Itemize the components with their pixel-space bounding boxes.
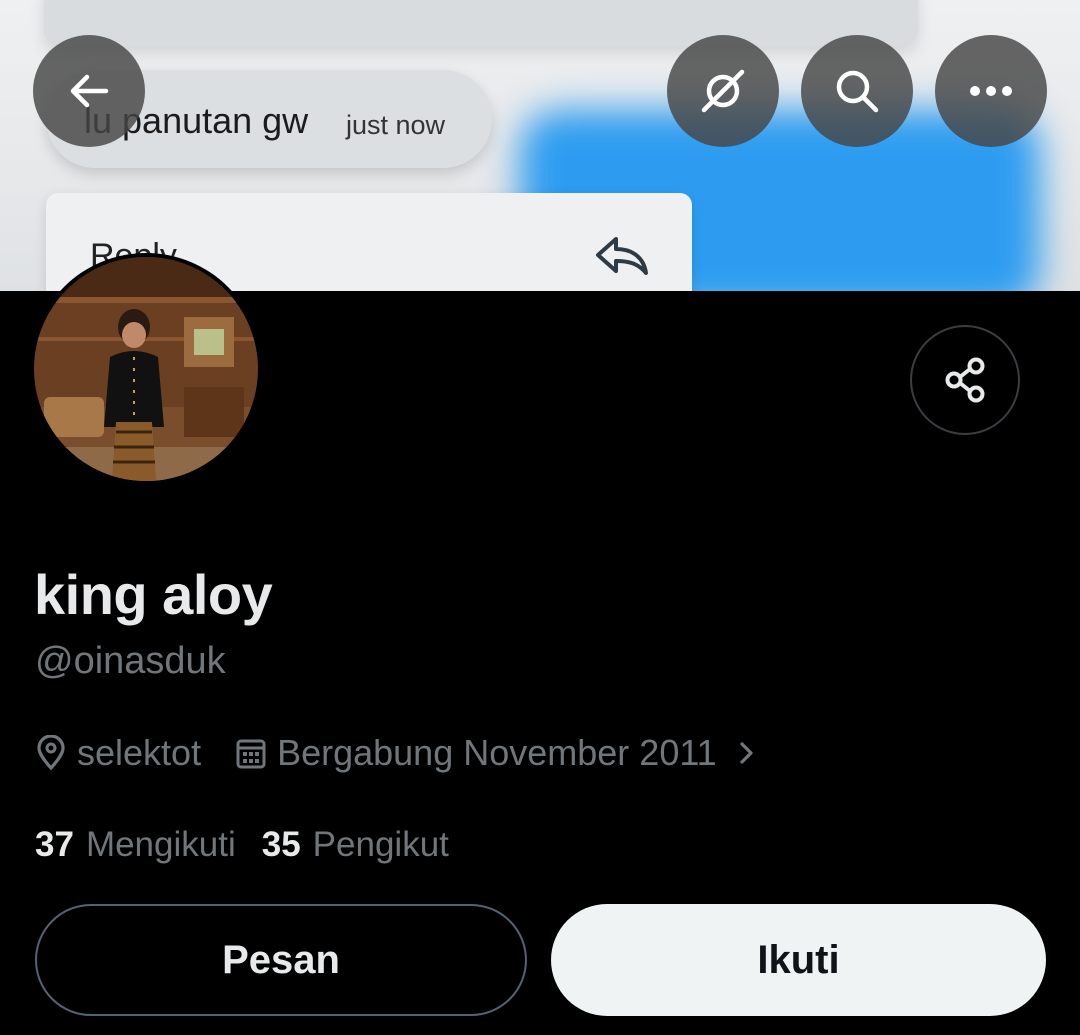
calendar-icon [236, 739, 266, 769]
location-text: selektot [77, 732, 202, 773]
arrow-left-icon [70, 74, 109, 108]
follow-stats: 37 Mengikuti 35 Pengikut [35, 825, 475, 865]
display-name: king aloy [34, 563, 273, 626]
following-label[interactable]: Mengikuti [86, 825, 236, 865]
search-button[interactable] [801, 35, 913, 147]
share-button[interactable] [910, 325, 1020, 435]
back-button[interactable] [33, 35, 145, 147]
user-handle: @oinasduk [35, 640, 226, 682]
join-date-text: Bergabung November 2011 [277, 732, 717, 773]
share-icon [945, 357, 985, 403]
location-item: selektot [35, 732, 201, 774]
eye-slash-icon [701, 69, 745, 113]
banner-top-card [44, 0, 918, 46]
profile-avatar[interactable] [30, 253, 262, 485]
location-pin-icon [37, 735, 65, 771]
chevron-right-icon [740, 742, 753, 764]
message-button[interactable]: Pesan [35, 904, 527, 1016]
search-icon [836, 70, 879, 113]
profile-banner[interactable]: lu panutan gw just now Reply [0, 0, 1080, 291]
followers-count[interactable]: 35 [262, 825, 301, 865]
followers-label[interactable]: Pengikut [313, 825, 449, 865]
join-date-item[interactable]: Bergabung November 2011 [235, 732, 771, 774]
banner-message-time: just now [346, 110, 446, 140]
more-button[interactable] [935, 35, 1047, 147]
hide-button[interactable] [667, 35, 779, 147]
avatar-photo [34, 257, 258, 481]
more-dots-icon [970, 86, 1012, 96]
profile-meta: selektot Bergabung November 2011 [35, 728, 771, 778]
follow-button[interactable]: Ikuti [551, 904, 1046, 1016]
following-count[interactable]: 37 [35, 825, 74, 865]
reply-arrow-icon [596, 237, 648, 275]
